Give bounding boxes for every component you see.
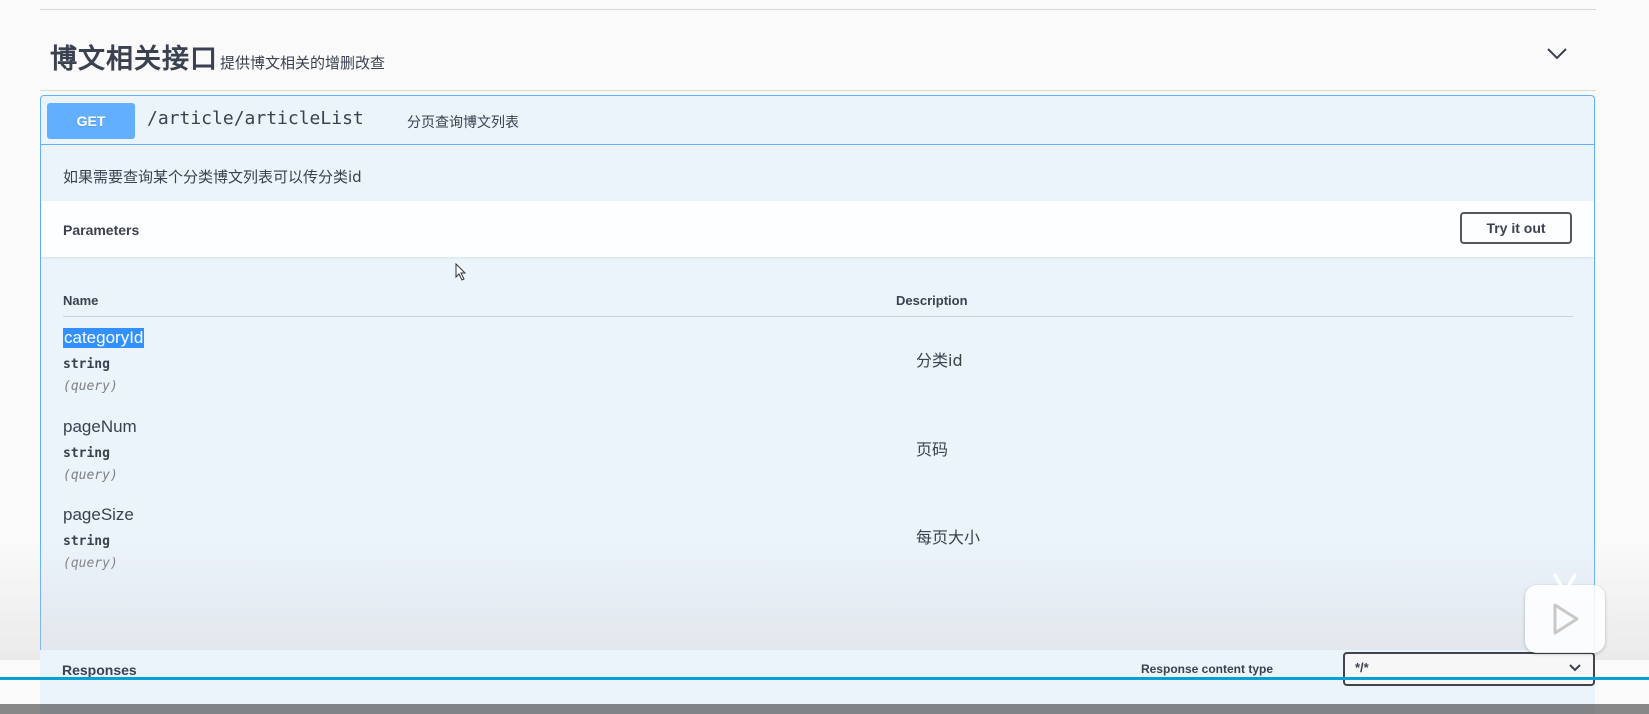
parameter-location: (query) <box>63 556 118 571</box>
responses-title: Responses <box>62 662 137 678</box>
parameter-type: string <box>63 446 110 461</box>
operation-description-text: 如果需要查询某个分类博文列表可以传分类id <box>63 168 362 186</box>
parameter-name: pageSize <box>63 505 134 524</box>
parameter-row-pagesize: pageSize string (query) 每页大小 <box>41 505 1594 593</box>
parameter-location: (query) <box>63 379 118 394</box>
parameter-description: 每页大小 <box>916 528 981 547</box>
parameter-type: string <box>63 534 110 549</box>
opblock-summary[interactable]: GET /article/articleList 分页查询博文列表 <box>41 96 1594 145</box>
chevron-down-icon[interactable] <box>1546 46 1568 62</box>
parameter-row-pagenum: pageNum string (query) 页码 <box>41 417 1594 505</box>
play-button[interactable] <box>1525 573 1605 653</box>
parameters-header: Parameters Try it out <box>41 201 1594 257</box>
try-it-out-button[interactable]: Try it out <box>1460 212 1572 244</box>
response-content-type-label: Response content type <box>1140 662 1273 676</box>
play-icon <box>1553 603 1579 635</box>
opblock-get-article-list: GET /article/articleList 分页查询博文列表 如果需要查询… <box>40 95 1595 714</box>
parameter-name: categoryId <box>63 328 145 348</box>
mouse-cursor-icon <box>455 263 467 281</box>
column-header-description: Description <box>896 293 968 308</box>
response-content-type-select[interactable]: */* <box>1343 652 1595 686</box>
tv-ears-icon <box>1553 573 1577 589</box>
parameter-type: string <box>63 357 110 372</box>
parameter-description: 页码 <box>916 440 949 459</box>
parameters-title: Parameters <box>63 222 140 238</box>
endpoint-path: /article/articleList <box>147 108 364 129</box>
parameter-row-categoryid: categoryId string (query) 分类id <box>41 328 1594 416</box>
parameter-description: 分类id <box>916 351 963 370</box>
operation-description: 如果需要查询某个分类博文列表可以传分类id <box>41 145 1594 201</box>
tag-description: 提供博文相关的增删改查 <box>220 54 386 72</box>
method-badge-get: GET <box>47 103 135 139</box>
response-content-type-value: */* <box>1355 660 1369 675</box>
chevron-down-icon <box>1569 664 1581 672</box>
swagger-ui-page: 博文相关接口 提供博文相关的增删改查 GET /article/articleL… <box>0 0 1649 714</box>
endpoint-summary: 分页查询博文列表 <box>407 115 519 131</box>
table-divider <box>63 316 1573 317</box>
parameter-name: pageNum <box>63 417 137 436</box>
video-progress-fill <box>0 677 1649 680</box>
video-control-bar <box>0 704 1649 714</box>
tag-title: 博文相关接口 <box>50 44 218 75</box>
parameter-location: (query) <box>63 468 118 483</box>
tag-section-header[interactable]: 博文相关接口 提供博文相关的增删改查 <box>40 9 1596 91</box>
column-header-name: Name <box>63 293 99 308</box>
